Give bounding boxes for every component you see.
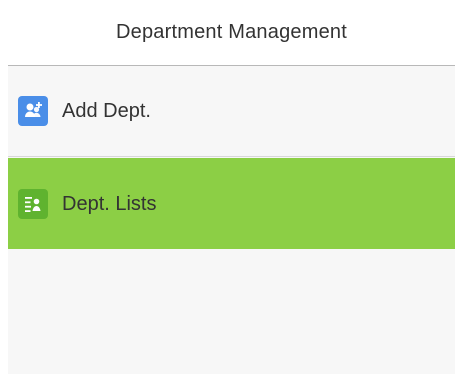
add-user-icon	[18, 96, 48, 126]
page-title: Department Management	[116, 21, 347, 43]
menu-item-add-dept[interactable]: Add Dept.	[8, 66, 455, 157]
add-dept-label: Add Dept.	[62, 100, 151, 122]
department-list-icon	[18, 188, 48, 219]
page-header: Department Management	[8, 0, 455, 66]
empty-space	[8, 249, 455, 374]
dept-lists-label: Dept. Lists	[62, 192, 157, 215]
menu-item-dept-lists[interactable]: Dept. Lists	[8, 158, 455, 249]
department-management-screen: Department Management Add Dept. Dept. Li…	[8, 0, 455, 374]
